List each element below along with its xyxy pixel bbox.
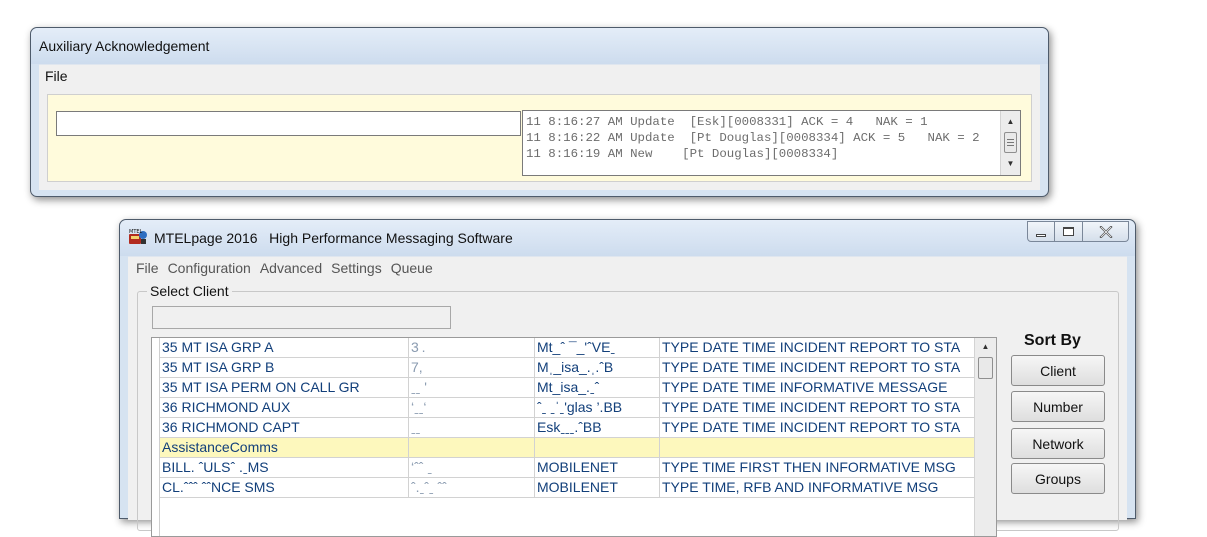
aux-ack-window: Auxiliary Acknowledgement File 11 8:16:2… — [30, 27, 1049, 197]
app-logo-icon: MTEL — [129, 229, 147, 244]
cell-number — [409, 438, 535, 457]
menu-configuration[interactable]: Configuration — [168, 260, 251, 276]
table-row[interactable]: 35 MT ISA GRP A 3 . Mt_ˆ ¯_'ˆVEˍ TYPE DA… — [160, 338, 976, 358]
cell-client: 35 MT ISA GRP A — [160, 338, 409, 357]
cell-client: 36 RICHMOND AUX — [160, 398, 409, 417]
maximize-icon — [1063, 227, 1074, 236]
cell-client: AssistanceComms — [160, 438, 409, 457]
scroll-thumb[interactable] — [1004, 132, 1017, 153]
sort-groups-button[interactable]: Groups — [1011, 463, 1105, 494]
menu-queue[interactable]: Queue — [391, 260, 433, 276]
scroll-up-icon[interactable]: ▲ — [975, 339, 996, 355]
mtelpage-window: MTEL MTELpage 2016 High Performance Mess… — [119, 219, 1136, 537]
cell-description — [660, 438, 976, 457]
main-client-area: File Configuration Advanced Settings Que… — [128, 256, 1127, 537]
maximize-button[interactable] — [1055, 221, 1083, 242]
cell-network — [535, 438, 660, 457]
cell-number: ˍˍ ' — [409, 378, 535, 397]
scroll-up-icon[interactable]: ▲ — [1001, 114, 1020, 130]
cell-number: ˆ.ˍˆˍ ˆˆ — [409, 478, 535, 497]
aux-menubar: File — [39, 64, 1040, 86]
main-window-title: MTELpage 2016 High Performance Messaging… — [154, 230, 513, 246]
cell-number: 7, — [409, 358, 535, 377]
table-row[interactable]: BILL. ˆULSˆ .ˍMS ‘ˆˆ ˍ MOBILENET TYPE TI… — [160, 458, 976, 478]
menu-advanced[interactable]: Advanced — [260, 260, 322, 276]
cell-description: TYPE DATE TIME INCIDENT REPORT TO STA — [662, 419, 961, 435]
aux-client-area: 11 8:16:27 AM Update [Esk][0008331] ACK … — [39, 86, 1040, 190]
cell-client: BILL. ˆULSˆ .ˍMS — [160, 458, 409, 477]
main-titlebar[interactable]: MTEL MTELpage 2016 High Performance Mess… — [120, 220, 1135, 256]
close-icon — [1098, 225, 1113, 238]
cell-description: TYPE DATE TIME INCIDENT REPORT TO STA — [662, 399, 961, 415]
aux-log-scrollbar[interactable]: ▲ ▼ — [1000, 111, 1020, 175]
client-table: 35 MT ISA GRP A 3 . Mt_ˆ ¯_'ˆVEˍ TYPE DA… — [151, 337, 997, 537]
main-menubar: File Configuration Advanced Settings Que… — [136, 260, 433, 276]
cell-number: ‘ˆˆ ˍ — [409, 458, 535, 477]
aux-log-line: 11 8:16:27 AM Update [Esk][0008331] ACK … — [526, 115, 928, 129]
cell-description: TYPE DATE TIME INCIDENT REPORT TO STA — [662, 359, 961, 375]
minimize-icon — [1036, 234, 1046, 237]
cell-network: MOBILENET — [535, 458, 660, 477]
aux-log-line: 11 8:16:19 AM New [Pt Douglas][0008334] — [526, 147, 839, 161]
aux-log-list[interactable]: 11 8:16:27 AM Update [Esk][0008331] ACK … — [522, 110, 1021, 176]
cell-network: MOBILENET — [535, 478, 660, 497]
cell-network: Mˌ_isa_.ˌ.ˆB — [535, 358, 660, 377]
table-row[interactable]: CL.ˆˆˆ ˆˆNCE SMS ˆ.ˍˆˍ ˆˆ MOBILENET TYPE… — [160, 478, 976, 498]
cell-client: CL.ˆˆˆ ˆˆNCE SMS — [160, 478, 409, 497]
minimize-button[interactable] — [1027, 221, 1055, 242]
cell-number: ˍˍ — [409, 418, 535, 437]
table-row[interactable]: 35 MT ISA GRP B 7, Mˌ_isa_.ˌ.ˆB TYPE DAT… — [160, 358, 976, 378]
cell-description: TYPE TIME, RFB AND INFORMATIVE MSG — [662, 479, 939, 495]
aux-log-line: 11 8:16:22 AM Update [Pt Douglas][000833… — [526, 131, 980, 145]
cell-client: 35 MT ISA PERM ON CALL GR — [160, 378, 409, 397]
cell-description: TYPE TIME FIRST THEN INFORMATIVE MSG — [662, 459, 956, 475]
table-scrollbar[interactable]: ▲ — [974, 338, 996, 536]
aux-message-input[interactable] — [56, 111, 521, 136]
table-row[interactable]: 36 RICHMOND AUX ‘ˍˍ‘ ˆˍ ˍˈˍ'glas ’.BB TY… — [160, 398, 976, 418]
menu-file[interactable]: File — [136, 260, 159, 276]
aux-titlebar[interactable]: Auxiliary Acknowledgement — [31, 28, 1048, 64]
cell-network: Eskˍˍˍ.ˆBB — [535, 418, 660, 437]
table-row-selected[interactable]: AssistanceComms — [160, 438, 976, 458]
select-client-label: Select Client — [147, 283, 232, 299]
client-search-input[interactable] — [152, 306, 451, 329]
sort-by-label: Sort By — [1024, 332, 1081, 349]
sort-network-button[interactable]: Network — [1011, 428, 1105, 459]
cell-description: TYPE DATE TIME INFORMATIVE MESSAGE — [662, 379, 948, 395]
cell-network: Mt_isa_.ˍˆ — [535, 378, 660, 397]
scroll-thumb[interactable] — [978, 357, 993, 379]
menu-settings[interactable]: Settings — [331, 260, 382, 276]
aux-menu-file[interactable]: File — [45, 68, 68, 84]
svg-text:MTEL: MTEL — [129, 229, 143, 235]
cell-client: 35 MT ISA GRP B — [160, 358, 409, 377]
aux-panel: 11 8:16:27 AM Update [Esk][0008331] ACK … — [47, 94, 1032, 182]
table-row[interactable]: 36 RICHMOND CAPT ˍˍ Eskˍˍˍ.ˆBB TYPE DATE… — [160, 418, 976, 438]
cell-client: 36 RICHMOND CAPT — [160, 418, 409, 437]
sort-client-button[interactable]: Client — [1011, 355, 1105, 386]
scroll-down-icon[interactable]: ▼ — [1001, 156, 1020, 172]
table-row[interactable]: 35 MT ISA PERM ON CALL GR ˍˍ ' Mt_isa_.ˍ… — [160, 378, 976, 398]
cell-number: 3 . — [409, 338, 535, 357]
cell-description: TYPE DATE TIME INCIDENT REPORT TO STA — [662, 339, 961, 355]
cell-network: Mt_ˆ ¯_'ˆVEˍ — [535, 338, 660, 357]
cell-number: ‘ˍˍ‘ — [409, 398, 535, 417]
row-header-column — [152, 338, 160, 536]
close-button[interactable] — [1083, 221, 1129, 242]
sort-number-button[interactable]: Number — [1011, 391, 1105, 422]
aux-window-title: Auxiliary Acknowledgement — [39, 38, 210, 54]
cell-network: ˆˍ ˍˈˍ'glas ’.BB — [535, 398, 660, 417]
